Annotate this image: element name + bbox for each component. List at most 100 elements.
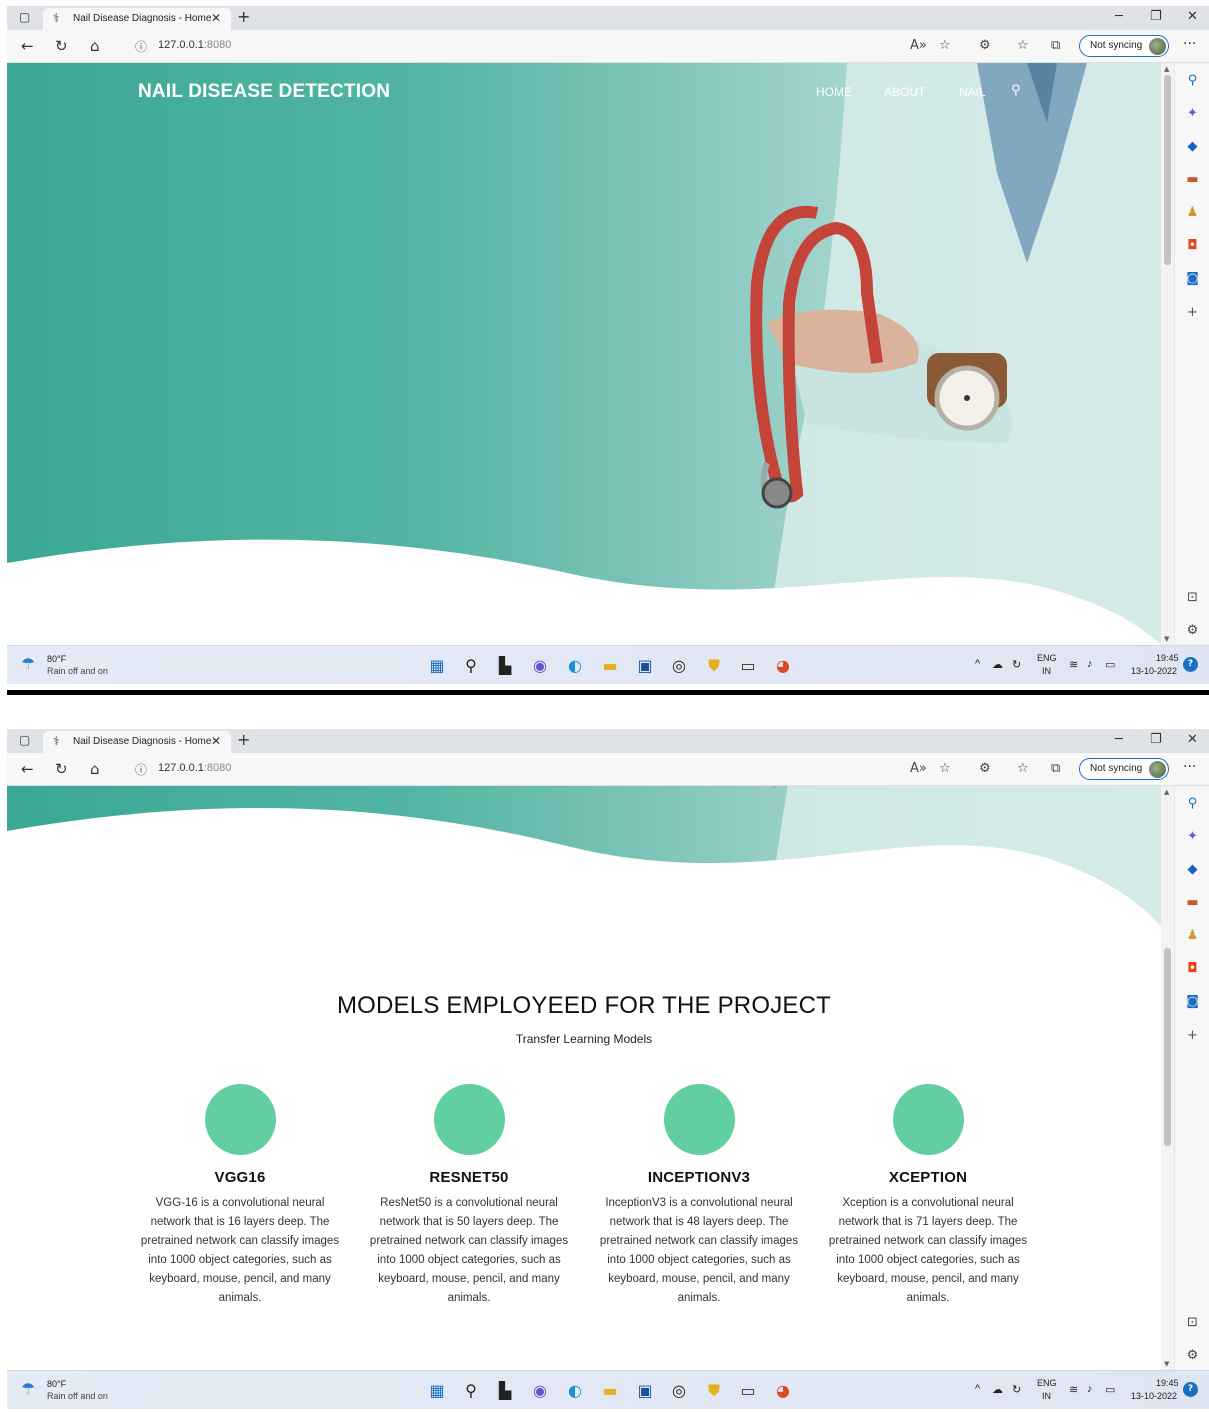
sparkle-icon[interactable]: ✦ <box>1175 106 1209 121</box>
games-icon[interactable]: ♟ <box>1175 928 1209 943</box>
close-window-icon[interactable]: ✕ <box>1187 732 1198 747</box>
refresh-icon[interactable]: ↻ <box>55 760 68 778</box>
favorites-icon[interactable]: ☆ <box>1017 761 1029 776</box>
windows-start-icon[interactable]: ▦ <box>426 655 448 677</box>
sparkle-icon[interactable]: ✦ <box>1175 829 1209 844</box>
browser-tab[interactable]: ⚕ Nail Disease Diagnosis - Home ✕ <box>43 731 231 753</box>
volume-icon[interactable]: ♪ <box>1087 658 1093 670</box>
refresh-icon[interactable]: ↻ <box>55 37 68 55</box>
security-shield-icon[interactable]: ⛊ <box>703 655 725 677</box>
url-text[interactable]: 127.0.0.1:8080 <box>158 39 231 51</box>
vertical-scrollbar[interactable]: ▲ ▼ <box>1161 63 1174 645</box>
nav-nail[interactable]: NAIL <box>959 85 986 99</box>
volume-icon[interactable]: ♪ <box>1087 1383 1093 1395</box>
toolbox-icon[interactable]: ▬ <box>1175 895 1209 910</box>
chat-icon[interactable]: ◉ <box>529 655 551 677</box>
search-icon[interactable]: ⚲ <box>1011 83 1021 98</box>
sync-tray-icon[interactable]: ↻ <box>1012 658 1021 671</box>
task-view-icon[interactable]: ▙ <box>494 1380 516 1402</box>
language-bottom[interactable]: IN <box>1042 666 1051 676</box>
vertical-scrollbar[interactable]: ▲ ▼ <box>1161 786 1174 1370</box>
scroll-up-icon[interactable]: ▲ <box>1164 788 1169 796</box>
windows-start-icon[interactable]: ▦ <box>426 1380 448 1402</box>
tag-icon[interactable]: ◆ <box>1175 862 1209 877</box>
toolbox-icon[interactable]: ▬ <box>1175 172 1209 187</box>
more-options-icon[interactable]: ··· <box>1183 759 1196 775</box>
security-shield-icon[interactable]: ⛊ <box>703 1380 725 1402</box>
search-icon[interactable]: ⚲ <box>460 1380 482 1402</box>
tray-chevron-icon[interactable]: ^ <box>975 1383 980 1395</box>
clock-date[interactable]: 13-10-2022 <box>1131 666 1177 676</box>
chrome-icon[interactable]: ◕ <box>772 655 794 677</box>
tab-close-icon[interactable]: ✕ <box>211 734 221 748</box>
scroll-thumb[interactable] <box>1164 948 1171 1146</box>
terminal-icon[interactable]: ▭ <box>737 655 759 677</box>
umbrella-icon[interactable]: ☂ <box>21 1379 35 1398</box>
office-icon[interactable]: ◘ <box>1175 961 1209 976</box>
read-aloud-icon[interactable]: A» <box>910 38 927 53</box>
sidebar-layout-icon[interactable]: ⊡ <box>1175 590 1209 605</box>
edge-icon[interactable]: ◐ <box>564 1380 586 1402</box>
settings-icon[interactable]: ⚙ <box>1175 1348 1209 1363</box>
collections-icon[interactable]: ⧉ <box>1051 761 1060 776</box>
clock-time[interactable]: 19:45 <box>1156 653 1179 663</box>
store-icon[interactable]: ▣ <box>634 655 656 677</box>
extensions-icon[interactable]: ⚙ <box>979 761 991 776</box>
battery-icon[interactable]: ▭ <box>1105 1383 1115 1396</box>
collections-icon[interactable]: ⧉ <box>1051 38 1060 53</box>
add-icon[interactable]: + <box>1175 305 1209 320</box>
profile-sync-button[interactable]: Not syncing <box>1079 35 1169 57</box>
language-bottom[interactable]: IN <box>1042 1391 1051 1401</box>
new-tab-button[interactable]: + <box>237 730 250 749</box>
wifi-icon[interactable]: ≋ <box>1069 1383 1078 1396</box>
add-icon[interactable]: + <box>1175 1028 1209 1043</box>
more-options-icon[interactable]: ··· <box>1183 36 1196 52</box>
settings-icon[interactable]: ⚙ <box>1175 623 1209 638</box>
search-icon[interactable]: ⚲ <box>460 655 482 677</box>
outlook-icon[interactable]: ◙ <box>1175 271 1209 286</box>
tag-icon[interactable]: ◆ <box>1175 139 1209 154</box>
wifi-icon[interactable]: ≋ <box>1069 658 1078 671</box>
sidebar-layout-icon[interactable]: ⊡ <box>1175 1315 1209 1330</box>
battery-icon[interactable]: ▭ <box>1105 658 1115 671</box>
extensions-icon[interactable]: ⚙ <box>979 38 991 53</box>
favorite-add-icon[interactable]: ☆ <box>939 38 951 53</box>
dell-icon[interactable]: ◎ <box>668 655 690 677</box>
sync-tray-icon[interactable]: ↻ <box>1012 1383 1021 1396</box>
task-view-icon[interactable]: ▙ <box>494 655 516 677</box>
outlook-icon[interactable]: ◙ <box>1175 994 1209 1009</box>
notification-icon[interactable]: ? <box>1183 657 1198 672</box>
minimize-icon[interactable]: ─ <box>1115 732 1123 747</box>
onedrive-icon[interactable]: ☁ <box>992 658 1003 671</box>
new-tab-button[interactable]: + <box>237 7 250 26</box>
back-icon[interactable]: ← <box>21 760 34 778</box>
clock-date[interactable]: 13-10-2022 <box>1131 1391 1177 1401</box>
chrome-icon[interactable]: ◕ <box>772 1380 794 1402</box>
games-icon[interactable]: ♟ <box>1175 205 1209 220</box>
search-icon[interactable]: ⚲ <box>1175 796 1209 811</box>
onedrive-icon[interactable]: ☁ <box>992 1383 1003 1396</box>
search-icon[interactable]: ⚲ <box>1175 73 1209 88</box>
address-bar[interactable]: ⓘ 127.0.0.1:8080 <box>121 34 901 58</box>
nav-about[interactable]: ABOUT <box>884 85 925 99</box>
minimize-icon[interactable]: ─ <box>1115 9 1123 24</box>
home-icon[interactable]: ⌂ <box>90 37 100 55</box>
favorites-icon[interactable]: ☆ <box>1017 38 1029 53</box>
office-icon[interactable]: ◘ <box>1175 238 1209 253</box>
umbrella-icon[interactable]: ☂ <box>21 654 35 673</box>
url-text[interactable]: 127.0.0.1:8080 <box>158 762 231 774</box>
chat-icon[interactable]: ◉ <box>529 1380 551 1402</box>
profile-sync-button[interactable]: Not syncing <box>1079 758 1169 780</box>
read-aloud-icon[interactable]: A» <box>910 761 927 776</box>
scroll-down-icon[interactable]: ▼ <box>1164 1360 1169 1368</box>
language-top[interactable]: ENG <box>1037 1378 1057 1388</box>
clock-time[interactable]: 19:45 <box>1156 1378 1179 1388</box>
close-window-icon[interactable]: ✕ <box>1187 9 1198 24</box>
language-top[interactable]: ENG <box>1037 653 1057 663</box>
file-explorer-icon[interactable]: ▬ <box>599 1380 621 1402</box>
favorite-add-icon[interactable]: ☆ <box>939 761 951 776</box>
restore-icon[interactable]: ❐ <box>1150 9 1162 24</box>
dell-icon[interactable]: ◎ <box>668 1380 690 1402</box>
site-brand[interactable]: NAIL DISEASE DETECTION <box>138 81 390 103</box>
home-icon[interactable]: ⌂ <box>90 760 100 778</box>
